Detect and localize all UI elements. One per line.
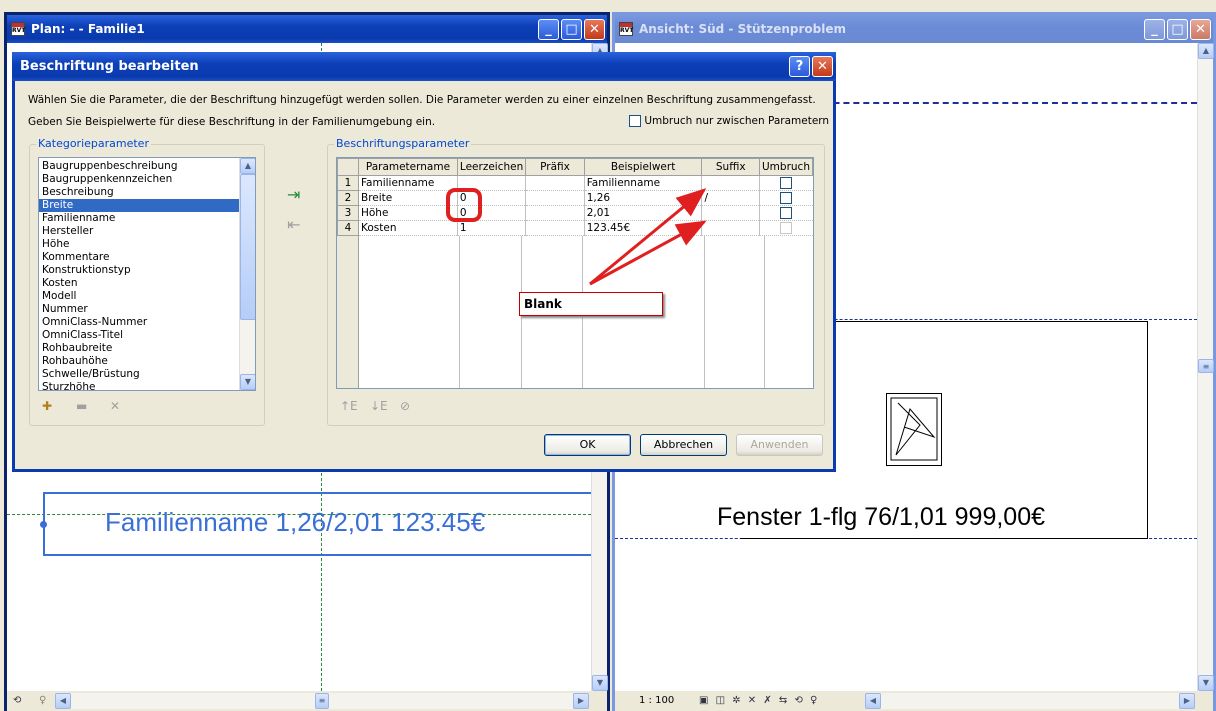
annotation-arrows (589, 188, 707, 286)
blank-callout: Blank (519, 292, 663, 316)
